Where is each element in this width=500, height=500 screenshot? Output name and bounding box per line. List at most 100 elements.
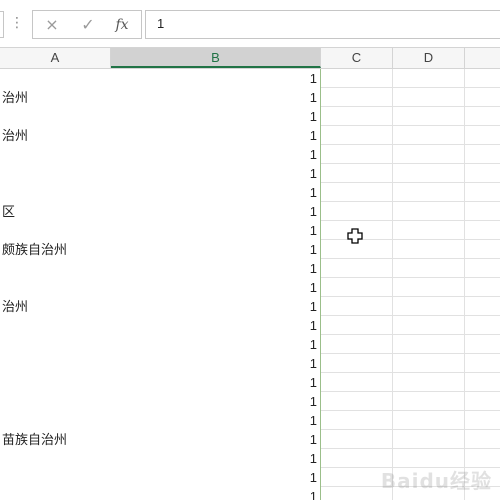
cell-b[interactable]: 1 xyxy=(111,145,321,164)
insert-function-button[interactable]: fx xyxy=(105,11,139,38)
cell-d[interactable] xyxy=(393,183,465,202)
cell-c[interactable] xyxy=(321,430,393,449)
cell-e[interactable] xyxy=(465,164,500,183)
cell-d[interactable] xyxy=(393,278,465,297)
cell-a[interactable]: 颇族自治州 xyxy=(0,240,111,259)
cell-b[interactable]: 1 xyxy=(111,449,321,468)
formula-input[interactable]: 1 xyxy=(145,10,500,39)
cell-b[interactable]: 1 xyxy=(111,316,321,335)
cell-b[interactable]: 1 xyxy=(111,259,321,278)
cell-b[interactable]: 1 xyxy=(111,240,321,259)
cell-a[interactable] xyxy=(0,316,111,335)
cell-e[interactable] xyxy=(465,335,500,354)
cell-a[interactable]: 治州 xyxy=(0,297,111,316)
column-header-b[interactable]: B xyxy=(111,48,321,68)
cell-d[interactable] xyxy=(393,297,465,316)
name-box[interactable] xyxy=(0,11,4,38)
cell-c[interactable] xyxy=(321,392,393,411)
cell-c[interactable] xyxy=(321,316,393,335)
cell-d[interactable] xyxy=(393,145,465,164)
cell-a[interactable] xyxy=(0,487,111,500)
cell-c[interactable] xyxy=(321,411,393,430)
cell-b[interactable]: 1 xyxy=(111,183,321,202)
cell-a[interactable] xyxy=(0,335,111,354)
cell-a[interactable] xyxy=(0,278,111,297)
cell-b[interactable]: 1 xyxy=(111,221,321,240)
cell-d[interactable] xyxy=(393,69,465,88)
cell-d[interactable] xyxy=(393,335,465,354)
cell-c[interactable] xyxy=(321,354,393,373)
column-header-c[interactable]: C xyxy=(321,48,393,68)
cancel-icon[interactable]: × xyxy=(35,11,69,38)
cell-d[interactable] xyxy=(393,221,465,240)
column-header-d[interactable]: D xyxy=(393,48,465,68)
cell-b[interactable]: 1 xyxy=(111,107,321,126)
cell-c[interactable] xyxy=(321,164,393,183)
cell-d[interactable] xyxy=(393,107,465,126)
cell-d[interactable] xyxy=(393,202,465,221)
cell-b[interactable]: 1 xyxy=(111,126,321,145)
cell-e[interactable] xyxy=(465,316,500,335)
cell-d[interactable] xyxy=(393,164,465,183)
cell-e[interactable] xyxy=(465,88,500,107)
cell-c[interactable] xyxy=(321,126,393,145)
cell-d[interactable] xyxy=(393,240,465,259)
cell-c[interactable] xyxy=(321,259,393,278)
cell-a[interactable] xyxy=(0,221,111,240)
cell-d[interactable] xyxy=(393,259,465,278)
cell-a[interactable] xyxy=(0,373,111,392)
enter-icon[interactable]: ✓ xyxy=(71,11,105,38)
cell-b[interactable]: 1 xyxy=(111,88,321,107)
cell-b[interactable]: 1 xyxy=(111,373,321,392)
cell-d[interactable] xyxy=(393,411,465,430)
cell-a[interactable]: 治州 xyxy=(0,88,111,107)
cell-a[interactable] xyxy=(0,145,111,164)
cell-b[interactable]: 1 xyxy=(111,354,321,373)
cell-e[interactable] xyxy=(465,430,500,449)
cell-e[interactable] xyxy=(465,240,500,259)
cell-b[interactable]: 1 xyxy=(111,411,321,430)
cell-c[interactable] xyxy=(321,145,393,164)
cell-e[interactable] xyxy=(465,259,500,278)
cell-e[interactable] xyxy=(465,202,500,221)
cell-e[interactable] xyxy=(465,373,500,392)
cell-a[interactable] xyxy=(0,107,111,126)
cell-c[interactable] xyxy=(321,202,393,221)
cell-c[interactable] xyxy=(321,88,393,107)
cell-e[interactable] xyxy=(465,278,500,297)
cell-a[interactable] xyxy=(0,392,111,411)
cell-a[interactable] xyxy=(0,411,111,430)
cell-c[interactable] xyxy=(321,335,393,354)
cell-e[interactable] xyxy=(465,183,500,202)
column-header-e[interactable] xyxy=(465,48,500,68)
cell-e[interactable] xyxy=(465,392,500,411)
cell-a[interactable]: 苗族自治州 xyxy=(0,430,111,449)
cell-b[interactable]: 1 xyxy=(111,392,321,411)
cell-a[interactable] xyxy=(0,354,111,373)
cell-b[interactable]: 1 xyxy=(111,69,321,88)
cell-c[interactable] xyxy=(321,107,393,126)
cell-a[interactable]: 治州 xyxy=(0,126,111,145)
cell-a[interactable] xyxy=(0,449,111,468)
column-header-a[interactable]: A xyxy=(0,48,111,68)
cell-e[interactable] xyxy=(465,411,500,430)
cell-c[interactable] xyxy=(321,69,393,88)
cell-b[interactable]: 1 xyxy=(111,335,321,354)
cell-b[interactable]: 1 xyxy=(111,430,321,449)
cell-d[interactable] xyxy=(393,430,465,449)
cell-c[interactable] xyxy=(321,373,393,392)
cell-e[interactable] xyxy=(465,354,500,373)
cell-a[interactable] xyxy=(0,468,111,487)
cell-a[interactable] xyxy=(0,164,111,183)
cell-e[interactable] xyxy=(465,145,500,164)
cell-e[interactable] xyxy=(465,297,500,316)
cell-b[interactable]: 1 xyxy=(111,278,321,297)
cell-b[interactable]: 1 xyxy=(111,164,321,183)
cell-d[interactable] xyxy=(393,88,465,107)
cell-a[interactable]: 区 xyxy=(0,202,111,221)
cell-d[interactable] xyxy=(393,373,465,392)
cell-c[interactable] xyxy=(321,183,393,202)
cell-d[interactable] xyxy=(393,126,465,145)
cell-a[interactable] xyxy=(0,259,111,278)
cell-e[interactable] xyxy=(465,107,500,126)
